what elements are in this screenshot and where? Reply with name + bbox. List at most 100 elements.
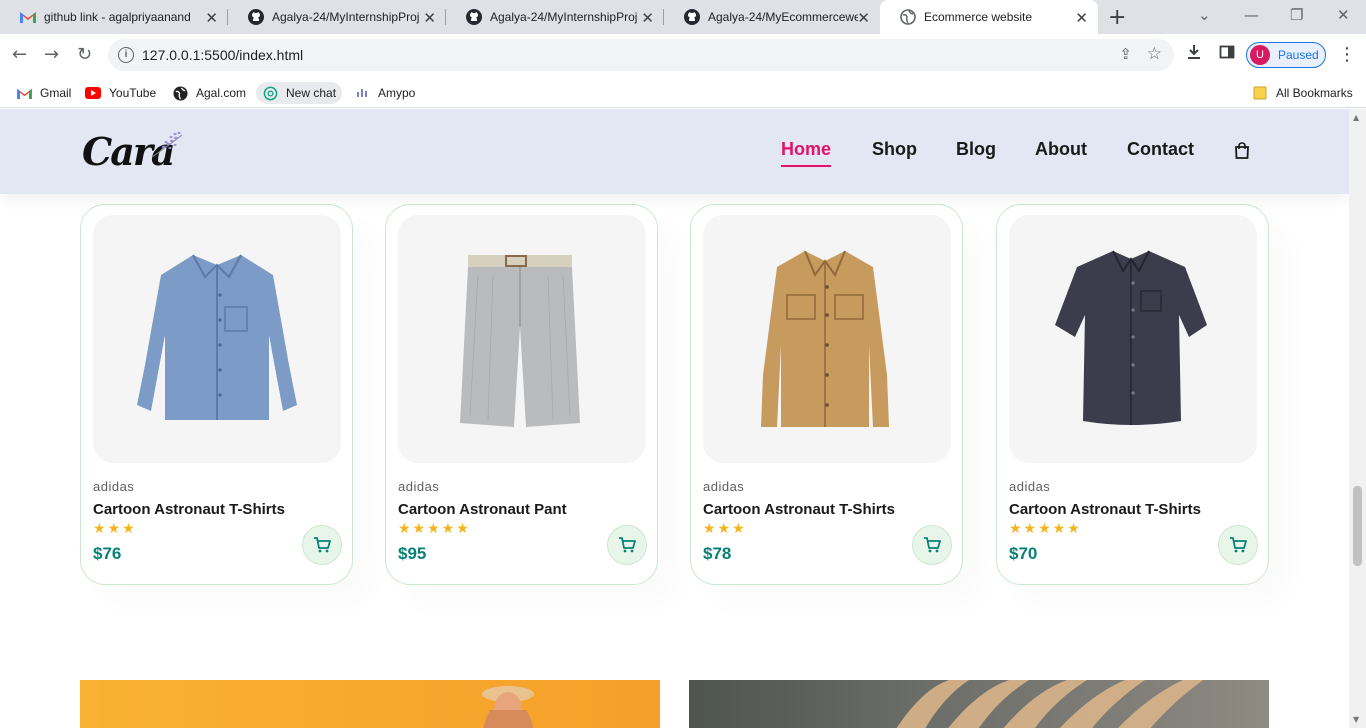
tab-title: Ecommerce website [924, 10, 1033, 24]
scrollbar-thumb[interactable] [1353, 486, 1362, 566]
page-viewport: Cara Home Shop Blog About Contact adidas… [0, 109, 1349, 728]
rating-stars: ★★★ [703, 521, 747, 537]
profile-status: Paused [1278, 48, 1319, 62]
scroll-down-icon[interactable]: ▼ [1353, 715, 1359, 724]
product-brand: adidas [703, 479, 745, 494]
avatar: U [1250, 45, 1270, 65]
globe-icon [900, 9, 916, 25]
nav-shop[interactable]: Shop [872, 139, 917, 160]
tab-github-3[interactable]: Agalya-24/MyEcommercewe ✕ [664, 0, 880, 34]
product-image-navy-shirt[interactable] [1009, 215, 1257, 463]
bookmark-label: Amypo [378, 86, 416, 100]
bookmark-label: Agal.com [196, 86, 247, 100]
profile-button[interactable]: U Paused [1246, 42, 1326, 68]
gmail-icon [16, 85, 32, 101]
product-name: Cartoon Astronaut T-Shirts [93, 501, 285, 518]
close-icon[interactable]: ✕ [641, 9, 654, 27]
tab-title: Agalya-24/MyInternshipProj [490, 10, 638, 24]
tab-search-icon[interactable]: ⌄ [1198, 6, 1211, 24]
cart-icon [924, 537, 941, 553]
bookmark-youtube[interactable]: YouTube [79, 82, 162, 104]
product-name: Cartoon Astronaut T-Shirts [1009, 501, 1201, 518]
rating-stars: ★★★ [93, 521, 137, 537]
lavender-icon [151, 132, 183, 158]
site-info-icon[interactable]: i [118, 47, 134, 63]
add-to-cart-button[interactable] [302, 525, 342, 565]
product-card[interactable]: adidas Cartoon Astronaut T-Shirts ★★★★★ … [996, 204, 1269, 585]
tab-gmail[interactable]: github link - agalpriyaanand ✕ [0, 0, 228, 34]
product-price: $95 [398, 544, 427, 563]
bookmark-star-icon[interactable]: ☆ [1147, 44, 1162, 64]
bookmarks-bar: Gmail YouTube Agal.com New chat Amypo Al… [0, 76, 1366, 108]
close-icon[interactable]: ✕ [205, 9, 218, 27]
new-tab-icon[interactable]: + [1108, 5, 1126, 30]
product-card[interactable]: adidas Cartoon Astronaut Pant ★★★★★ $95 [385, 204, 658, 585]
add-to-cart-button[interactable] [1218, 525, 1258, 565]
product-brand: adidas [1009, 479, 1051, 494]
download-icon[interactable] [1186, 44, 1202, 64]
globe-icon [172, 85, 188, 101]
url-text[interactable]: 127.0.0.1:5500/index.html [142, 47, 303, 63]
page-scrollbar[interactable]: ▲ ▼ [1349, 109, 1366, 728]
promo-banner-left[interactable] [80, 680, 660, 728]
tab-title: Agalya-24/MyInternshipProj [272, 10, 420, 24]
nav-home[interactable]: Home [781, 139, 832, 167]
promo-banner-right[interactable] [689, 680, 1269, 728]
restore-icon[interactable]: ❐ [1290, 6, 1303, 24]
more-menu-icon[interactable]: ⋮ [1338, 44, 1356, 65]
close-icon[interactable]: ✕ [1075, 9, 1088, 27]
chatgpt-icon [262, 85, 278, 101]
banner-model-image [482, 686, 534, 728]
product-brand: adidas [93, 479, 135, 494]
product-price: $78 [703, 544, 732, 563]
folder-icon [1252, 85, 1268, 101]
minimize-icon[interactable]: — [1244, 6, 1259, 24]
cart-icon [314, 537, 331, 553]
add-to-cart-button[interactable] [607, 525, 647, 565]
product-name: Cartoon Astronaut T-Shirts [703, 501, 895, 518]
bookmark-label: New chat [286, 86, 337, 100]
product-name: Cartoon Astronaut Pant [398, 501, 567, 518]
site-header: Cara Home Shop Blog About Contact [0, 109, 1349, 194]
address-bar[interactable]: i 127.0.0.1:5500/index.html ⇪ ☆ [108, 39, 1174, 71]
youtube-icon [85, 85, 101, 101]
add-to-cart-button[interactable] [912, 525, 952, 565]
tab-github-2[interactable]: Agalya-24/MyInternshipProj ✕ [446, 0, 664, 34]
reload-icon[interactable]: ↻ [77, 44, 92, 65]
browser-toolbar: ← → ↻ i 127.0.0.1:5500/index.html ⇪ ☆ [0, 34, 1366, 76]
tab-title: github link - agalpriyaanand [44, 10, 191, 24]
tab-github-1[interactable]: Agalya-24/MyInternshipProj ✕ [228, 0, 446, 34]
github-icon [466, 9, 482, 25]
bookmark-gmail[interactable]: Gmail [10, 82, 77, 104]
nav-about[interactable]: About [1035, 139, 1087, 160]
bookmark-amypo[interactable]: Amypo [348, 82, 421, 104]
amypo-icon [354, 85, 370, 101]
tab-strip: github link - agalpriyaanand ✕ Agalya-24… [0, 0, 1366, 34]
bookmark-label: YouTube [109, 86, 157, 100]
site-logo[interactable]: Cara [82, 129, 183, 174]
product-image-blue-shirt[interactable] [93, 215, 341, 463]
product-card[interactable]: adidas Cartoon Astronaut T-Shirts ★★★ $7… [80, 204, 353, 585]
bookmark-new-chat[interactable]: New chat [256, 82, 343, 104]
close-icon[interactable]: ✕ [423, 9, 436, 27]
share-icon[interactable]: ⇪ [1119, 45, 1132, 63]
scroll-up-icon[interactable]: ▲ [1353, 113, 1359, 122]
banner-hangers-image [896, 680, 1203, 728]
nav-blog[interactable]: Blog [956, 139, 996, 160]
forward-icon[interactable]: → [44, 44, 59, 65]
product-image-tan-jacket[interactable] [703, 215, 951, 463]
tab-ecommerce[interactable]: Ecommerce website ✕ [880, 0, 1098, 34]
tab-title: Agalya-24/MyEcommercewe [708, 10, 858, 24]
rating-stars: ★★★★★ [398, 521, 471, 537]
product-card[interactable]: adidas Cartoon Astronaut T-Shirts ★★★ $7… [690, 204, 963, 585]
product-image-grey-shorts[interactable] [398, 215, 646, 463]
close-icon[interactable]: ✕ [857, 9, 870, 27]
all-bookmarks[interactable]: All Bookmarks [1246, 82, 1359, 104]
bookmark-label: All Bookmarks [1276, 86, 1353, 100]
back-icon[interactable]: ← [12, 44, 27, 65]
shopping-bag-icon[interactable] [1234, 142, 1250, 163]
nav-contact[interactable]: Contact [1127, 139, 1194, 160]
close-window-icon[interactable]: ✕ [1337, 6, 1350, 24]
side-panel-icon[interactable] [1219, 44, 1235, 64]
bookmark-agal[interactable]: Agal.com [166, 82, 252, 104]
